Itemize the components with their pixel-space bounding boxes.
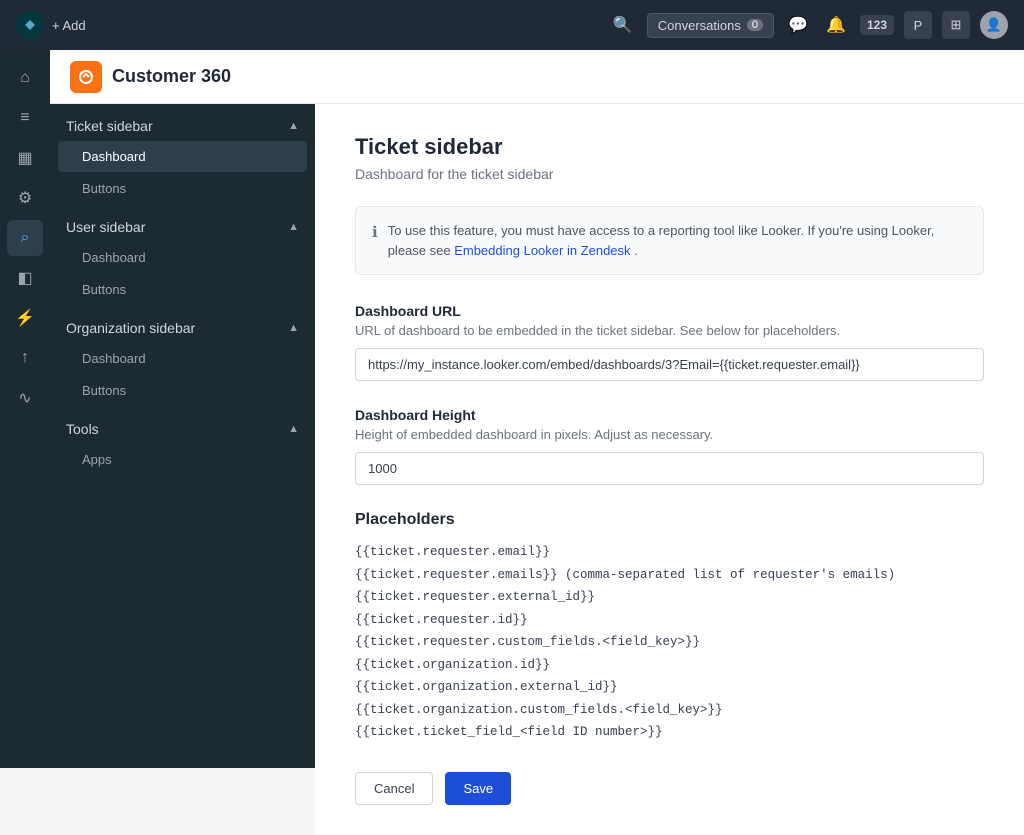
info-text: To use this feature, you must have acces…	[388, 221, 967, 260]
placeholder-item: {{ticket.organization.custom_fields.<fie…	[355, 699, 984, 722]
analytics-icon[interactable]: ∿	[7, 380, 43, 416]
placeholder-item: {{ticket.requester.id}}	[355, 609, 984, 632]
placeholder-item: {{ticket.organization.external_id}}	[355, 676, 984, 699]
info-link[interactable]: Embedding Looker in Zendesk	[454, 243, 630, 258]
bell-icon[interactable]: 🔔	[822, 11, 850, 39]
org-sidebar-chevron: ▲	[288, 322, 299, 334]
search-topbar-icon[interactable]: 🔍	[609, 11, 637, 39]
info-link-suffix: .	[634, 243, 638, 258]
placeholder-item: {{ticket.requester.email}}	[355, 541, 984, 564]
grid-icon[interactable]: ⊞	[942, 11, 970, 39]
user-sidebar-section-label: User sidebar	[66, 219, 145, 235]
left-rail: ⌂ ≡ ▦ ⚙ ⌕ ◧ ⚡ ↑ ∿	[0, 50, 50, 768]
dashboard-height-input[interactable]	[355, 452, 984, 485]
info-icon: ℹ	[372, 222, 378, 260]
sidebar-item-org-buttons[interactable]: Buttons	[58, 375, 307, 406]
ticket-sidebar-chevron: ▲	[288, 120, 299, 132]
dashboard-height-section: Dashboard Height Height of embedded dash…	[355, 407, 984, 485]
plugin-icon[interactable]: ◧	[7, 260, 43, 296]
person-rail-icon[interactable]: ↑	[7, 340, 43, 376]
tools-section-header[interactable]: Tools ▲	[50, 407, 315, 443]
ticket-sidebar-section-label: Ticket sidebar	[66, 118, 153, 134]
dashboard-url-desc: URL of dashboard to be embedded in the t…	[355, 323, 984, 338]
inbox-icon[interactable]: ≡	[7, 100, 43, 136]
placeholders-title: Placeholders	[355, 511, 984, 529]
sidebar-item-apps[interactable]: Apps	[58, 444, 307, 475]
topbar: + Add 🔍 Conversations 0 💬 🔔 123 P ⊞ 👤	[0, 0, 1024, 50]
save-button[interactable]: Save	[445, 772, 511, 805]
sidebar-item-ticket-dashboard[interactable]: Dashboard	[58, 141, 307, 172]
dashboard-url-input[interactable]	[355, 348, 984, 381]
org-sidebar-section-header[interactable]: Organization sidebar ▲	[50, 306, 315, 342]
dashboard-height-label: Dashboard Height	[355, 407, 984, 423]
page-subtitle: Dashboard for the ticket sidebar	[355, 166, 984, 182]
chat-icon[interactable]: 💬	[784, 11, 812, 39]
placeholder-item: {{ticket.ticket_field_<field ID number>}…	[355, 721, 984, 744]
info-box: ℹ To use this feature, you must have acc…	[355, 206, 984, 275]
topbar-right: 🔍 Conversations 0 💬 🔔 123 P ⊞ 👤	[609, 11, 1008, 39]
ticket-sidebar-section-header[interactable]: Ticket sidebar ▲	[50, 104, 315, 140]
org-sidebar-section-label: Organization sidebar	[66, 320, 195, 336]
search-rail-icon[interactable]: ⌕	[7, 220, 43, 256]
brandbar: Customer 360	[50, 50, 1024, 104]
settings-icon[interactable]: ⚙	[7, 180, 43, 216]
home-icon[interactable]: ⌂	[7, 60, 43, 96]
placeholder-item: {{ticket.requester.external_id}}	[355, 586, 984, 609]
user-sidebar-section-header[interactable]: User sidebar ▲	[50, 205, 315, 241]
placeholder-item: {{ticket.requester.emails}} (comma-separ…	[355, 564, 984, 587]
notification-count[interactable]: 123	[860, 15, 894, 35]
placeholder-item: {{ticket.requester.custom_fields.<field_…	[355, 631, 984, 654]
placeholder-list: {{ticket.requester.email}}{{ticket.reque…	[355, 541, 984, 744]
dashboard-url-label: Dashboard URL	[355, 303, 984, 319]
sidebar-item-ticket-buttons[interactable]: Buttons	[58, 173, 307, 204]
page-title: Ticket sidebar	[355, 134, 984, 160]
brand-title: Customer 360	[112, 66, 231, 87]
app-logo	[16, 11, 44, 39]
conversations-button[interactable]: Conversations 0	[647, 13, 774, 38]
dashboard-height-desc: Height of embedded dashboard in pixels. …	[355, 427, 984, 442]
form-actions: Cancel Save	[355, 772, 984, 805]
user-avatar[interactable]: 👤	[980, 11, 1008, 39]
sidebar-item-user-buttons[interactable]: Buttons	[58, 274, 307, 305]
chart-icon[interactable]: ▦	[7, 140, 43, 176]
sidebar-item-org-dashboard[interactable]: Dashboard	[58, 343, 307, 374]
tools-section-label: Tools	[66, 421, 99, 437]
dashboard-url-section: Dashboard URL URL of dashboard to be emb…	[355, 303, 984, 381]
placeholder-item: {{ticket.organization.id}}	[355, 654, 984, 677]
brand-icon	[70, 61, 102, 93]
sidebar: Ticket sidebar ▲ Dashboard Buttons User …	[50, 104, 315, 768]
user-sidebar-chevron: ▲	[288, 221, 299, 233]
cancel-button[interactable]: Cancel	[355, 772, 433, 805]
lightning-icon[interactable]: ⚡	[7, 300, 43, 336]
topbar-left: + Add	[16, 11, 86, 39]
conversations-label: Conversations	[658, 18, 741, 33]
product-icon[interactable]: P	[904, 11, 932, 39]
conversations-badge: 0	[747, 19, 763, 31]
placeholders-section: Placeholders {{ticket.requester.email}}{…	[355, 511, 984, 744]
tools-chevron: ▲	[288, 423, 299, 435]
add-button[interactable]: + Add	[52, 18, 86, 33]
sidebar-item-user-dashboard[interactable]: Dashboard	[58, 242, 307, 273]
main-content: Ticket sidebar Dashboard for the ticket …	[315, 104, 1024, 835]
